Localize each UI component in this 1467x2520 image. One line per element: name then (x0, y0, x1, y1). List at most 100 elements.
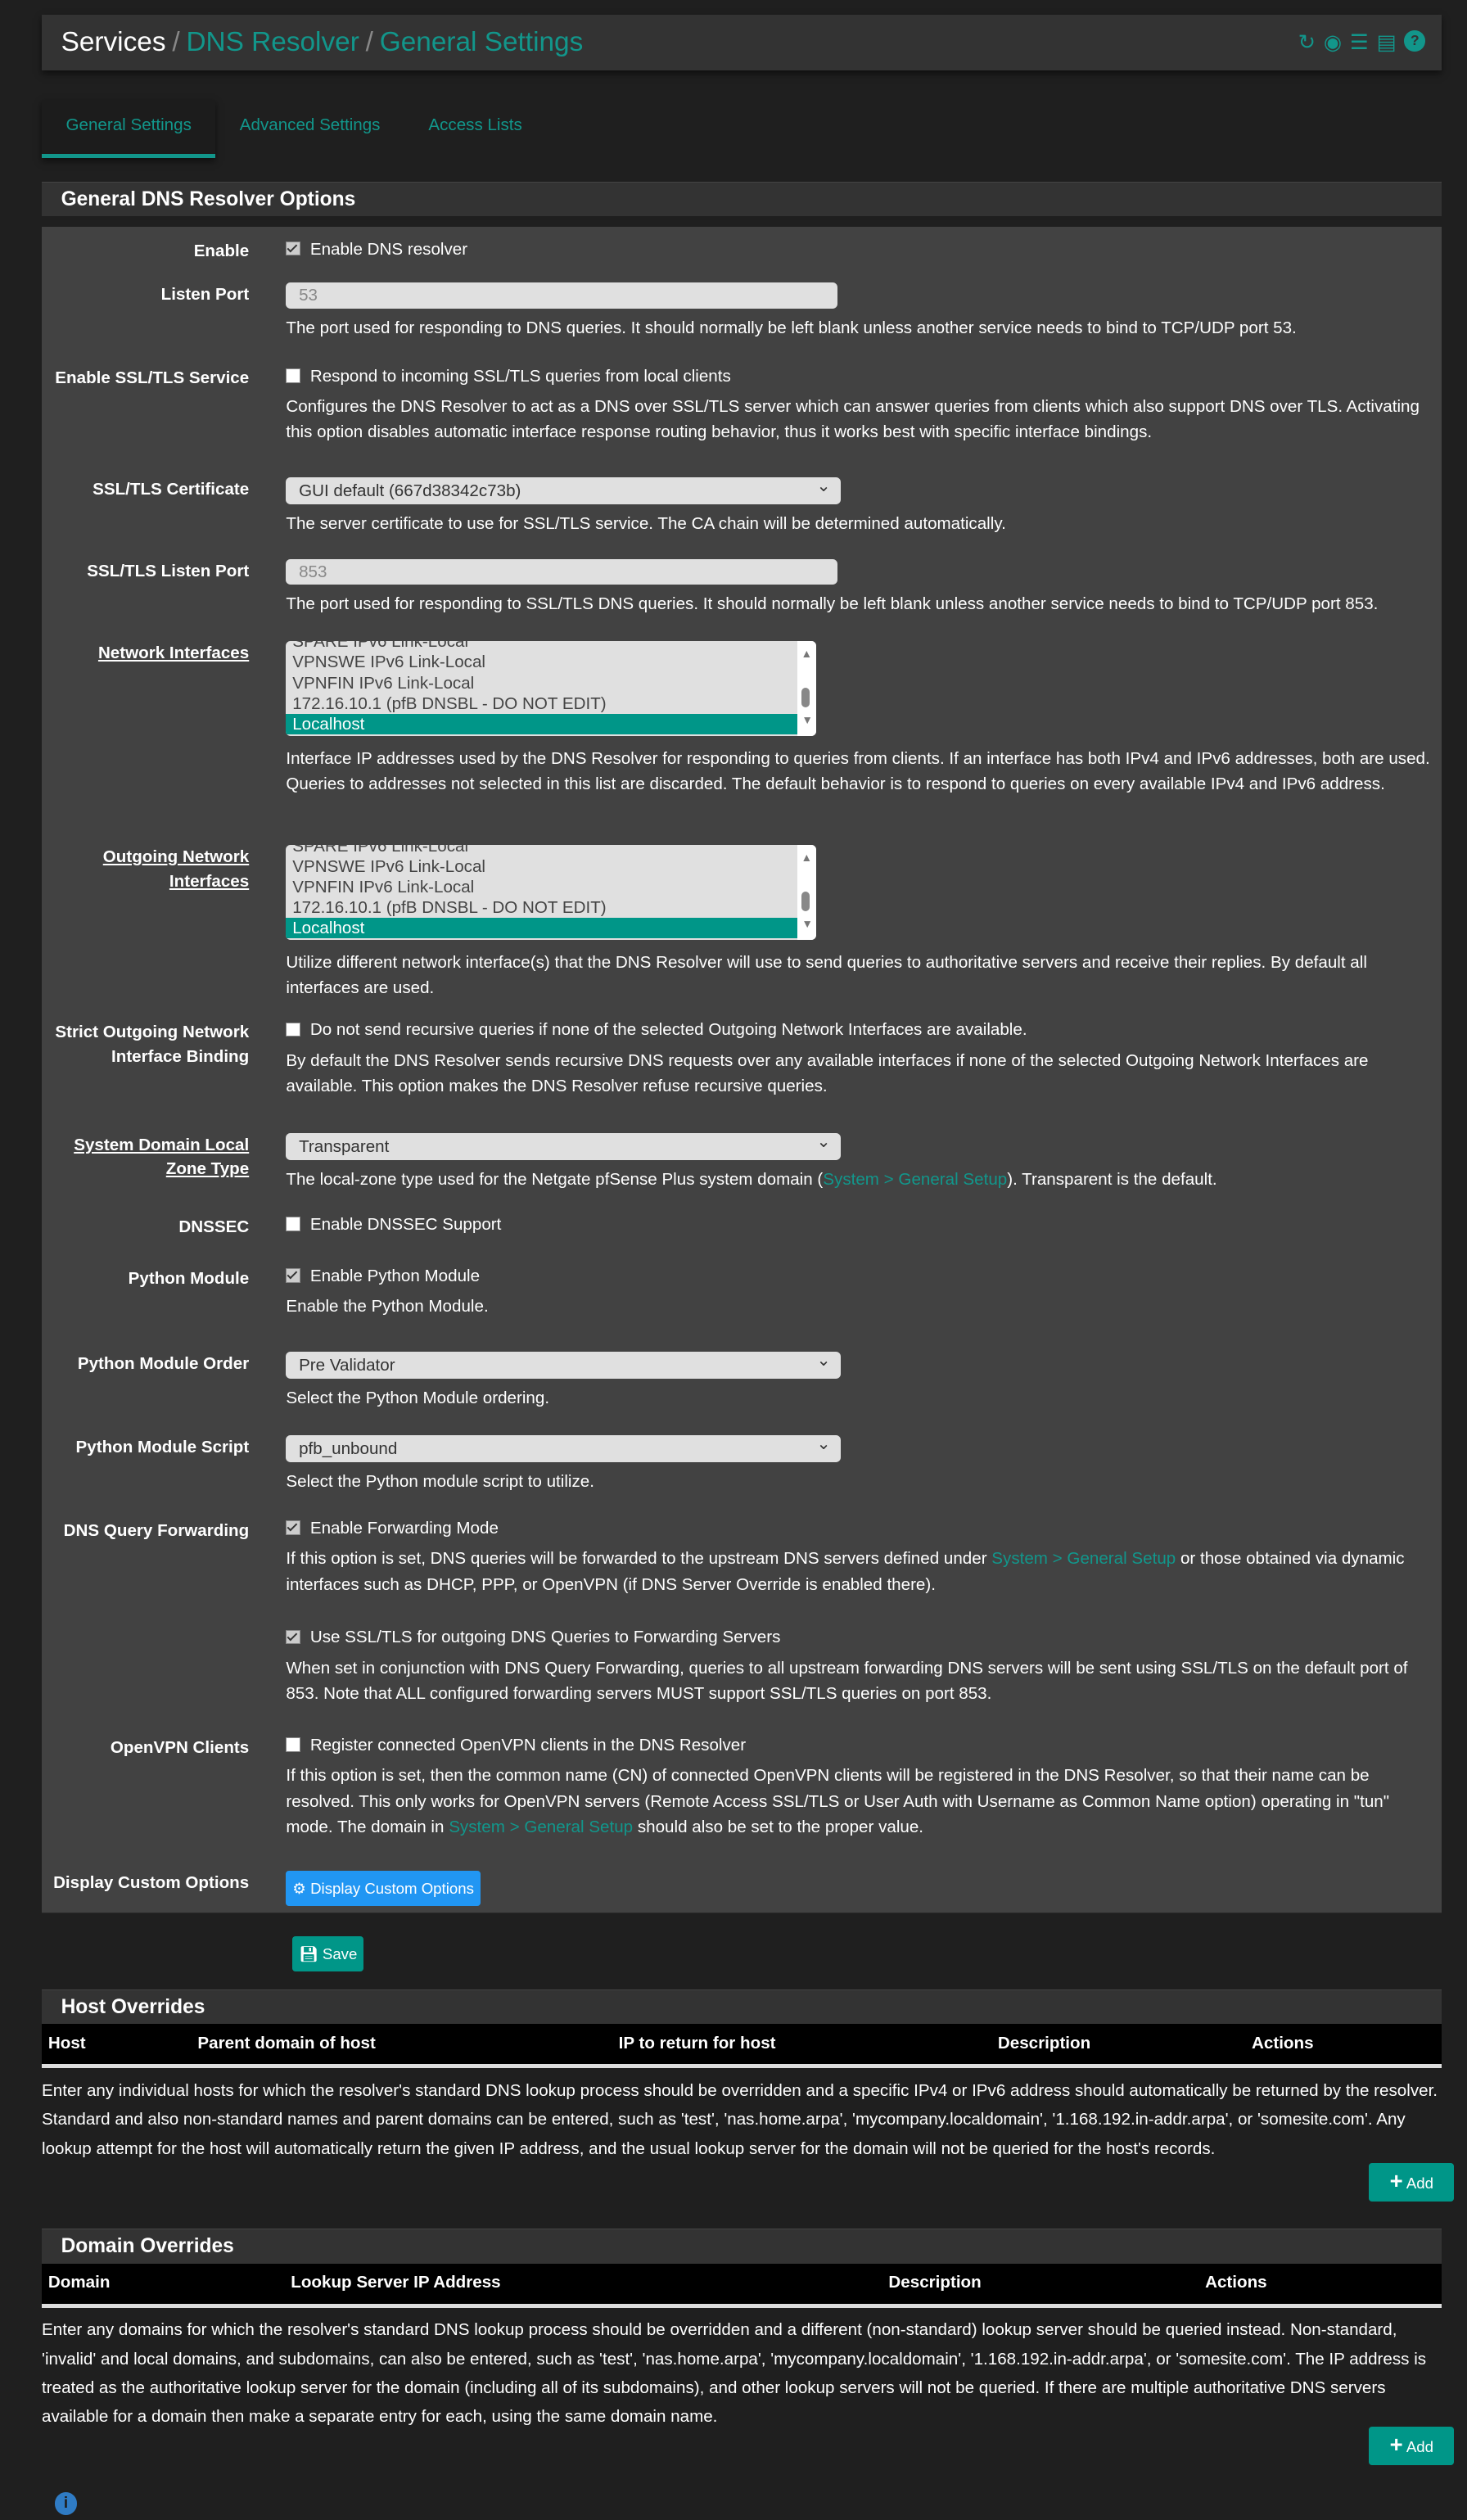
column-header: Domain (47, 2273, 111, 2292)
option[interactable]: 172.16.10.1 (pfB DNSBL - DO NOT EDIT) (286, 897, 800, 918)
enable-checkbox[interactable] (286, 241, 301, 256)
option[interactable]: VPNFIN IPv6 Link-Local (286, 673, 800, 693)
ssl-port-input[interactable]: 853 (286, 559, 837, 585)
tab-general-settings[interactable]: General Settings (42, 99, 216, 159)
ssl-checkbox[interactable] (286, 368, 301, 383)
label: DNSSEC (178, 1217, 250, 1236)
row-openvpn-clients: OpenVPN Clients Register connected OpenV… (42, 1723, 1442, 1854)
breadcrumb: Services / DNS Resolver / General Settings (61, 27, 584, 58)
column-header: IP to return for host (618, 2033, 776, 2053)
log-icon[interactable]: ☰ (1350, 30, 1369, 55)
save-icon: 💾︎ (299, 1945, 318, 1963)
certificate-select[interactable]: GUI default (667d38342c73b) (286, 472, 841, 505)
label: Display Custom Options (53, 1872, 250, 1892)
crumb-general-settings[interactable]: General Settings (380, 27, 584, 57)
save-button[interactable]: 💾︎ Save (292, 1936, 364, 1972)
reload-icon[interactable]: ↻ (1298, 30, 1316, 55)
strict-checkbox[interactable] (286, 1022, 301, 1037)
label: Python Module (128, 1268, 250, 1288)
scrollbar[interactable]: ▲ ▼ (797, 641, 817, 736)
help-text: Enable the Python Module. (286, 1297, 489, 1316)
label[interactable]: Interfaces (169, 872, 249, 891)
plus-icon: + (1389, 2431, 1403, 2457)
help-text: If this option is set, DNS queries will … (286, 1549, 1405, 1594)
zone-type-select[interactable]: Transparent (286, 1128, 841, 1161)
page-header: Services / DNS Resolver / General Settings ↻… (42, 14, 1442, 71)
crumb-dns-resolver[interactable]: DNS Resolver (186, 27, 359, 57)
dnssec-checkbox[interactable] (286, 1217, 301, 1231)
label[interactable]: Outgoing Network (103, 847, 249, 866)
label: Enable (193, 242, 250, 261)
option-selected[interactable]: Localhost (286, 918, 801, 939)
column-header: Parent domain of host (197, 2033, 376, 2053)
info-icon[interactable]: i (54, 2492, 78, 2515)
label[interactable]: System Domain Local (74, 1136, 249, 1154)
label: Enable SSL/TLS Service (55, 368, 250, 388)
help-text: Interface IP addresses used by the DNS R… (286, 748, 1430, 794)
add-host-override-button[interactable]: + Add (1369, 2162, 1455, 2202)
forwarding-checkbox[interactable] (286, 1520, 301, 1535)
network-interfaces-multiselect[interactable]: SPARE IPv6 Link-Local VPNSWE IPv6 Link-L… (286, 641, 817, 736)
row-forwarding: DNS Query Forwarding Enable Forwarding M… (42, 1506, 1442, 1616)
list-icon[interactable]: ▤ (1377, 30, 1397, 55)
column-header: Description (888, 2273, 982, 2292)
column-header: Lookup Server IP Address (291, 2273, 501, 2292)
option[interactable]: SPARE IPv6 Link-Local (286, 845, 800, 856)
gear-icon: ⚙ (292, 1879, 306, 1897)
label[interactable]: Network Interfaces (98, 644, 249, 662)
help-text: The port used for responding to SSL/TLS … (286, 594, 1379, 614)
row-python-module: Python Module Enable Python Module Enable… (42, 1253, 1442, 1339)
forwarding-ssl-checkbox[interactable] (286, 1629, 301, 1645)
panel-title: Domain Overrides (42, 2229, 1442, 2264)
row-listen-port: Listen Port 53 The port used for respondi… (42, 269, 1442, 355)
row-ssl-service: Enable SSL/TLS Service Respond to incomi… (42, 353, 1442, 466)
tab-bar: General Settings Advanced Settings Acces… (42, 99, 546, 159)
option[interactable]: VPNSWE IPv6 Link-Local (286, 652, 800, 672)
outgoing-interfaces-multiselect[interactable]: SPARE IPv6 Link-Local VPNSWE IPv6 Link-L… (286, 845, 817, 941)
system-general-setup-link[interactable]: System > General Setup (823, 1170, 1007, 1189)
display-custom-options-button[interactable]: ⚙ Display Custom Options (286, 1870, 481, 1906)
option[interactable]: VPNFIN IPv6 Link-Local (286, 877, 800, 897)
checkbox-label: Enable DNS resolver (309, 239, 468, 259)
general-options-panel: General DNS Resolver Options Enable Enab… (42, 181, 1442, 1913)
checkbox-label: Enable Forwarding Mode (309, 1518, 499, 1538)
host-overrides-help: Enter any individual hosts for which the… (42, 2080, 1438, 2158)
system-general-setup-link[interactable]: System > General Setup (991, 1549, 1176, 1568)
label[interactable]: Zone Type (166, 1159, 249, 1178)
checkbox-label: Do not send recursive queries if none of… (309, 1020, 1027, 1040)
help-text: The server certificate to use for SSL/TL… (286, 514, 1006, 534)
label: SSL/TLS Listen Port (87, 562, 250, 581)
help-text: When set in conjunction with DNS Query F… (286, 1658, 1408, 1704)
row-zone-type: System Domain Local Zone Type Transparent… (42, 1120, 1442, 1204)
crumb-services[interactable]: Services (61, 27, 166, 57)
listen-port-input[interactable]: 53 (286, 282, 837, 309)
row-ssl-listen-port: SSL/TLS Listen Port 853 The port used for… (42, 546, 1442, 630)
help-icon[interactable]: ? (1404, 30, 1425, 52)
row-strict-binding: Strict Outgoing Network Interface Binding… (42, 1007, 1442, 1122)
scrollbar[interactable]: ▲ ▼ (797, 845, 817, 941)
python-checkbox[interactable] (286, 1268, 301, 1283)
label: SSL/TLS Certificate (93, 479, 250, 499)
column-header: Actions (1252, 2033, 1314, 2053)
checkbox-label: Enable DNSSEC Support (309, 1214, 502, 1234)
stop-icon[interactable]: ◉ (1324, 30, 1342, 55)
openvpn-checkbox[interactable] (286, 1737, 301, 1752)
tab-advanced-settings[interactable]: Advanced Settings (215, 100, 404, 155)
row-dnssec: DNSSEC Enable DNSSEC Support (42, 1202, 1442, 1254)
option[interactable]: VPNSWE IPv6 Link-Local (286, 856, 800, 877)
plus-icon: + (1389, 2167, 1403, 2193)
add-domain-override-button[interactable]: + Add (1369, 2426, 1455, 2465)
tab-access-lists[interactable]: Access Lists (404, 100, 546, 155)
domain-overrides-help: Enter any domains for which the resolver… (42, 2320, 1427, 2427)
system-general-setup-link[interactable]: System > General Setup (449, 1818, 633, 1836)
row-enable: Enable Enable DNS resolver (42, 226, 1442, 271)
row-ssl-certificate: SSL/TLS Certificate GUI default (667d383… (42, 464, 1442, 548)
option[interactable]: 172.16.10.1 (pfB DNSBL - DO NOT EDIT) (286, 693, 800, 714)
option-selected[interactable]: Localhost (286, 713, 801, 734)
checkbox-label: Enable Python Module (309, 1266, 481, 1285)
python-script-select[interactable]: pfb_unbound (286, 1430, 841, 1463)
python-order-select[interactable]: Pre Validator (286, 1347, 841, 1380)
option[interactable]: SPARE IPv6 Link-Local (286, 641, 800, 652)
help-text: The port used for responding to DNS quer… (286, 318, 1297, 337)
table-header: Domain Lookup Server IP Address Descript… (42, 2263, 1442, 2308)
